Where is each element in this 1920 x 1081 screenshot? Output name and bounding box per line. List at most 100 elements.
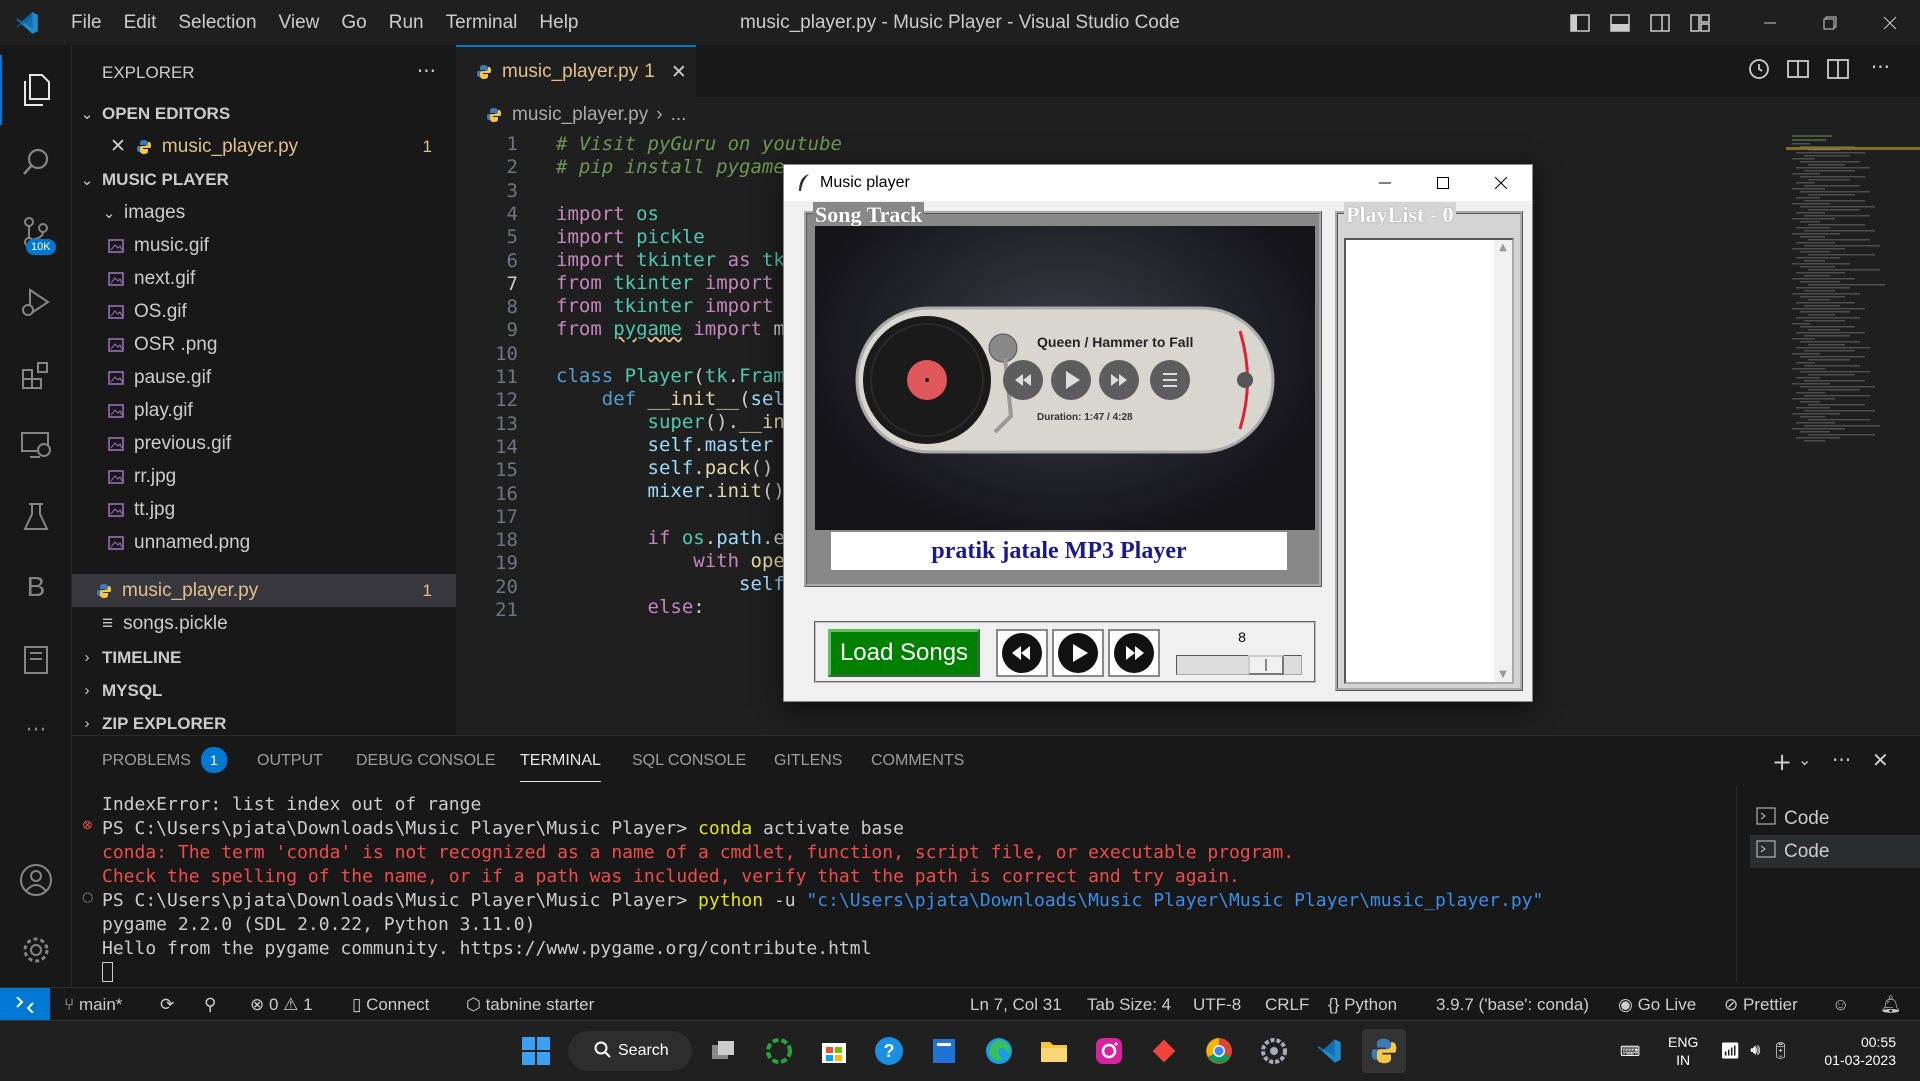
playlist-listbox[interactable]: ▲ ▼ (1344, 238, 1514, 684)
more-actions-icon[interactable]: ··· (1871, 55, 1890, 79)
play-button[interactable] (1052, 629, 1104, 677)
next-button[interactable] (1108, 629, 1160, 677)
explorer-icon[interactable] (0, 55, 72, 125)
connect-status[interactable]: ▯ Connect (352, 988, 429, 1021)
file-songs-pickle[interactable]: ≡ songs.pickle (72, 607, 456, 640)
vscode-taskbar-icon[interactable] (1307, 1029, 1351, 1073)
tab-size[interactable]: Tab Size: 4 (1087, 988, 1171, 1021)
tabnine-status[interactable]: ⬡ tabnine starter (466, 988, 594, 1021)
tab-gitlens[interactable]: GITLENS (774, 736, 842, 786)
mp-maximize-icon[interactable] (1414, 165, 1472, 201)
instagram-icon[interactable] (1087, 1029, 1131, 1073)
file-image-item[interactable]: play.gif (72, 394, 456, 427)
chevron-down-icon[interactable]: ⌄ (1798, 750, 1811, 769)
toggle-sidebar-icon[interactable] (1560, 0, 1600, 45)
tab-comments[interactable]: COMMENTS (871, 736, 964, 786)
file-image-item[interactable]: OSR .png (72, 328, 456, 361)
file-explorer-icon[interactable] (1032, 1029, 1076, 1073)
go-live[interactable]: ◉ Go Live (1618, 988, 1696, 1021)
file-image-item[interactable]: rr.jpg (72, 460, 456, 493)
timeline-history-icon[interactable] (1746, 57, 1770, 85)
mp-minimize-icon[interactable] (1356, 165, 1414, 201)
line-ending[interactable]: CRLF (1265, 988, 1309, 1021)
extensions-icon[interactable] (0, 340, 72, 410)
volume-slider[interactable]: 8 (1172, 627, 1312, 679)
file-image-item[interactable]: next.gif (72, 262, 456, 295)
folder-images[interactable]: ⌄ images (72, 196, 456, 229)
windows-start-icon[interactable] (514, 1029, 558, 1073)
menu-selection[interactable]: Selection (167, 12, 267, 34)
file-image-item[interactable]: pause.gif (72, 361, 456, 394)
new-terminal-icon[interactable]: + (1772, 748, 1792, 776)
split-editor-icon[interactable] (1826, 57, 1850, 85)
minimap[interactable] (1786, 133, 1920, 733)
widgets-icon[interactable] (757, 1029, 801, 1073)
explorer-more-icon[interactable]: ··· (417, 59, 436, 83)
music-player-section[interactable]: ⌄ MUSIC PLAYER (72, 163, 456, 196)
git-branch[interactable]: ⑂ main* (64, 988, 122, 1021)
taskbar-search[interactable]: Search (568, 1031, 692, 1071)
file-image-item[interactable]: previous.gif (72, 427, 456, 460)
notes-app-icon[interactable] (922, 1029, 966, 1073)
edge-browser-icon[interactable] (977, 1029, 1021, 1073)
previous-button[interactable] (996, 629, 1048, 677)
file-image-item[interactable]: tt.jpg (72, 493, 456, 526)
terminal-instance-2[interactable]: Code (1750, 835, 1920, 868)
terminal-instance-1[interactable]: Code (1750, 802, 1920, 835)
mp-close-icon[interactable] (1472, 165, 1530, 201)
file-image-item[interactable]: music.gif (72, 229, 456, 262)
microsoft-store-icon[interactable] (812, 1029, 856, 1073)
clock[interactable]: 00:55 01-03-2023 (1816, 1021, 1896, 1081)
git-graph-icon[interactable]: ⚲ (204, 988, 216, 1021)
open-editor-item[interactable]: ✕ music_player.py 1 (72, 130, 456, 163)
remote-indicator-icon[interactable] (0, 988, 50, 1021)
breadcrumb-symbol[interactable]: ... (671, 104, 687, 126)
tab-music-player-py[interactable]: music_player.py 1 ✕ (456, 45, 696, 97)
timeline-section[interactable]: › TIMELINE (72, 641, 456, 674)
scroll-up-icon[interactable]: ▲ (1494, 242, 1512, 253)
problems-status[interactable]: ⊗ 0 ⚠ 1 (250, 988, 313, 1021)
language-mode[interactable]: {} Python (1328, 988, 1397, 1021)
scroll-down-icon[interactable]: ▼ (1494, 669, 1512, 680)
file-music-player-py[interactable]: music_player.py 1 (72, 574, 456, 607)
run-debug-icon[interactable] (0, 267, 72, 337)
open-editors-section[interactable]: ⌄ OPEN EDITORS (72, 97, 456, 130)
toggle-secondary-sidebar-icon[interactable] (1640, 0, 1680, 45)
prettier[interactable]: ⊘ Prettier (1724, 988, 1798, 1021)
minimize-icon[interactable] (1740, 0, 1800, 45)
notebook-icon[interactable] (0, 625, 72, 695)
anydesk-icon[interactable] (1142, 1029, 1186, 1073)
menu-go[interactable]: Go (330, 12, 377, 34)
close-icon[interactable]: ✕ (110, 135, 126, 158)
menu-edit[interactable]: Edit (113, 12, 168, 34)
tab-problems[interactable]: PROBLEMS 1 (102, 736, 227, 786)
notifications-bell-icon[interactable]: 🔔︎ (1880, 988, 1902, 1021)
more-actions-icon[interactable]: ··· (1832, 748, 1851, 772)
help-icon[interactable]: ? (867, 1029, 911, 1073)
tab-debug-console[interactable]: DEBUG CONSOLE (356, 736, 496, 786)
python-taskbar-icon[interactable] (1362, 1029, 1406, 1073)
menu-view[interactable]: View (268, 12, 331, 34)
tab-terminal[interactable]: TERMINAL (520, 736, 601, 782)
close-window-icon[interactable] (1860, 0, 1920, 45)
tab-output[interactable]: OUTPUT (257, 736, 323, 786)
b-extension-icon[interactable]: B (0, 552, 72, 622)
mysql-section[interactable]: › MYSQL (72, 674, 456, 707)
close-panel-icon[interactable]: ✕ (1872, 748, 1889, 772)
load-songs-button[interactable]: Load Songs (828, 629, 980, 677)
encoding[interactable]: UTF-8 (1193, 988, 1241, 1021)
menu-run[interactable]: Run (378, 12, 435, 34)
sync-icon[interactable]: ⟳ (160, 988, 174, 1021)
source-control-icon[interactable]: 10K (0, 197, 72, 267)
volume-thumb[interactable] (1248, 655, 1284, 675)
feedback-icon[interactable]: ☺ (1832, 988, 1849, 1021)
language-indicator[interactable]: ENG IN (1668, 1021, 1698, 1081)
python-interpreter[interactable]: 3.9.7 ('base': conda) (1436, 988, 1589, 1021)
open-changes-icon[interactable] (1786, 57, 1810, 85)
chrome-icon[interactable] (1197, 1029, 1241, 1073)
keyboard-icon[interactable]: ⌨ (1620, 1021, 1640, 1081)
settings-gear-icon[interactable] (0, 915, 72, 985)
remote-explorer-icon[interactable] (0, 410, 72, 480)
more-icon[interactable]: ··· (0, 695, 72, 765)
file-image-item[interactable]: OS.gif (72, 295, 456, 328)
